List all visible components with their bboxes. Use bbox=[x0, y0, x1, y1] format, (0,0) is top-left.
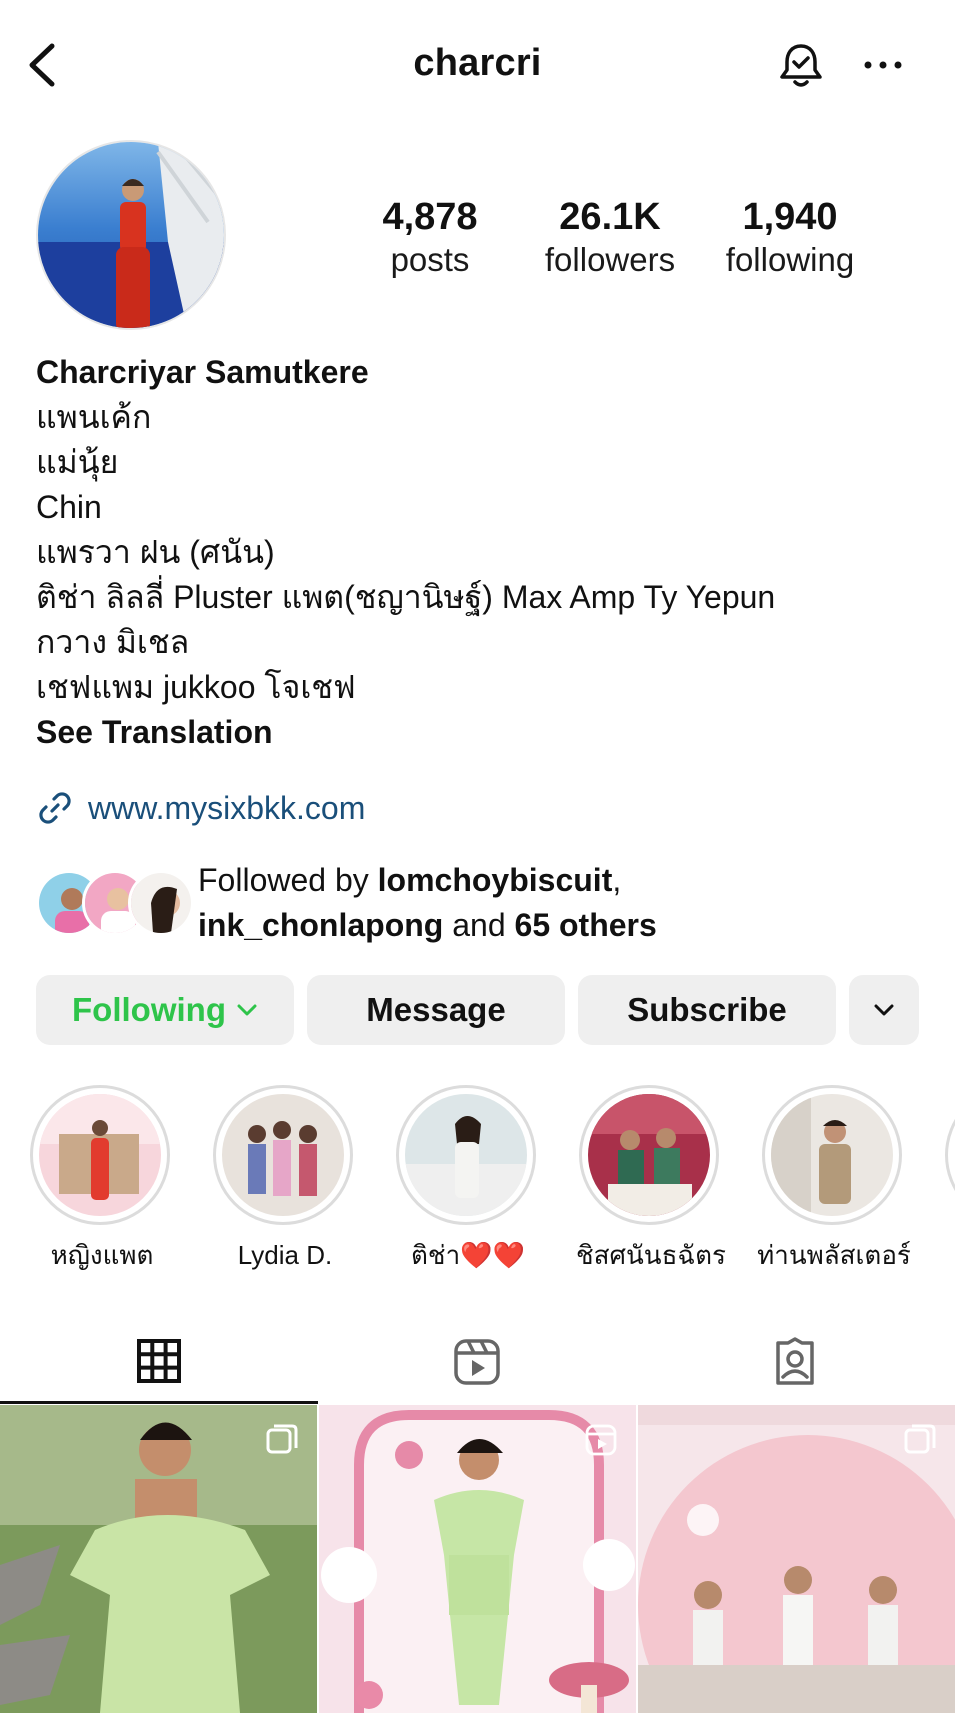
profile-bio: Charcriyar Samutkere แพนเค้ก แม่นุ้ย Chi… bbox=[36, 350, 916, 755]
reels-badge-icon bbox=[585, 1424, 617, 1456]
bio-line: Chin bbox=[36, 489, 102, 525]
highlight-ring bbox=[579, 1085, 719, 1225]
tab-reels[interactable] bbox=[318, 1320, 636, 1404]
chevron-down-icon bbox=[237, 1004, 257, 1016]
highlight-ring bbox=[213, 1085, 353, 1225]
see-translation-link[interactable]: See Translation bbox=[36, 710, 916, 755]
following-label: following bbox=[725, 241, 855, 278]
more-options-button[interactable] bbox=[858, 50, 908, 80]
follower-username[interactable]: lomchoybiscuit bbox=[378, 862, 613, 898]
carousel-icon bbox=[904, 1424, 936, 1454]
highlight-cover bbox=[588, 1094, 710, 1216]
profile-avatar[interactable] bbox=[36, 140, 226, 330]
followed-by[interactable]: Followed by lomchoybiscuit, ink_chonlapo… bbox=[36, 858, 916, 958]
message-button[interactable]: Message bbox=[307, 975, 565, 1045]
highlight-label: หญิงแพต bbox=[50, 1240, 154, 1270]
follower-avatar bbox=[128, 870, 194, 936]
highlight-ring bbox=[396, 1085, 536, 1225]
message-button-label: Message bbox=[366, 991, 506, 1028]
highlight-ring bbox=[762, 1085, 902, 1225]
bio-line: เชฟแพม jukkoo โจเชฟ bbox=[36, 669, 356, 705]
story-highlight[interactable]: หญิงแพต bbox=[30, 1085, 175, 1271]
story-highlight[interactable]: ติช่า❤️❤️ bbox=[396, 1085, 541, 1271]
notification-bell-icon bbox=[780, 44, 822, 87]
subscribe-button-label: Subscribe bbox=[627, 991, 787, 1028]
suggested-accounts-button[interactable] bbox=[849, 975, 919, 1045]
tagged-icon bbox=[776, 1337, 814, 1385]
highlight-cover bbox=[39, 1094, 161, 1216]
more-dots-icon bbox=[864, 61, 902, 69]
tab-posts-grid[interactable] bbox=[0, 1320, 318, 1404]
followers-count: 26.1K bbox=[559, 196, 661, 238]
profile-tabs bbox=[0, 1320, 955, 1404]
post-thumbnail[interactable] bbox=[0, 1405, 317, 1713]
highlight-label: ติช่า❤️❤️ bbox=[411, 1240, 525, 1270]
highlight-label: Lydia D. bbox=[237, 1240, 333, 1270]
notification-button[interactable] bbox=[776, 40, 826, 92]
posts-label: posts bbox=[390, 241, 470, 278]
highlight-cover bbox=[405, 1094, 527, 1216]
tab-tagged[interactable] bbox=[636, 1320, 954, 1404]
following-count: 1,940 bbox=[742, 196, 838, 238]
posts-grid bbox=[0, 1405, 955, 1713]
highlight-cover bbox=[222, 1094, 344, 1216]
highlight-ring bbox=[30, 1085, 170, 1225]
highlight-label: ชิสศนันธฉัตร bbox=[576, 1240, 726, 1270]
highlight-label: ท่านพลัสเตอร์ bbox=[757, 1240, 911, 1270]
post-thumbnail[interactable] bbox=[319, 1405, 636, 1713]
profile-stats: 4,878 posts 26.1K followers 1,940 follow… bbox=[360, 195, 880, 290]
followers-label: followers bbox=[544, 241, 676, 278]
link-icon bbox=[39, 792, 71, 824]
followers-stat[interactable]: 26.1K followers bbox=[530, 195, 690, 281]
bio-line: ติช่า ลิลลี่ Pluster แพต(ชญานิษฐ์) Max A… bbox=[36, 579, 776, 615]
followers-others[interactable]: 65 others bbox=[515, 907, 657, 943]
chevron-down-icon bbox=[874, 1004, 894, 1016]
highlight-cover bbox=[771, 1094, 893, 1216]
bio-line: แม่นุ้ย bbox=[36, 444, 119, 480]
story-highlight[interactable]: Lydia D. bbox=[213, 1085, 358, 1271]
posts-stat[interactable]: 4,878 posts bbox=[360, 195, 500, 281]
post-thumbnail[interactable] bbox=[638, 1405, 955, 1713]
website-url: www.mysixbkk.com bbox=[88, 789, 366, 826]
reels-icon bbox=[454, 1339, 500, 1385]
highlight-ring bbox=[945, 1085, 955, 1225]
followed-by-text: Followed by lomchoybiscuit, ink_chonlapo… bbox=[198, 862, 657, 943]
bio-line: แพนเค้ก bbox=[36, 399, 152, 435]
carousel-icon bbox=[266, 1424, 298, 1454]
top-bar: charcri bbox=[0, 0, 955, 130]
follower-username[interactable]: ink_chonlapong bbox=[198, 907, 443, 943]
bio-line: กวาง มิเชล bbox=[36, 624, 190, 660]
story-highlight[interactable]: ท่านพลัสเตอร์ bbox=[757, 1085, 911, 1271]
posts-count: 4,878 bbox=[382, 196, 478, 238]
story-highlight-partial[interactable] bbox=[945, 1085, 955, 1225]
following-button-label: Following bbox=[72, 991, 226, 1028]
display-name: Charcriyar Samutkere bbox=[36, 354, 369, 390]
following-stat[interactable]: 1,940 following bbox=[710, 195, 870, 281]
story-highlight[interactable]: ชิสศนันธฉัตร bbox=[576, 1085, 726, 1271]
following-button[interactable]: Following bbox=[36, 975, 294, 1045]
subscribe-button[interactable]: Subscribe bbox=[578, 975, 836, 1045]
bio-line: แพรวา ฝน (ศนัน) bbox=[36, 534, 275, 570]
bio-website-link[interactable]: www.mysixbkk.com bbox=[36, 785, 365, 831]
grid-icon bbox=[137, 1338, 181, 1383]
